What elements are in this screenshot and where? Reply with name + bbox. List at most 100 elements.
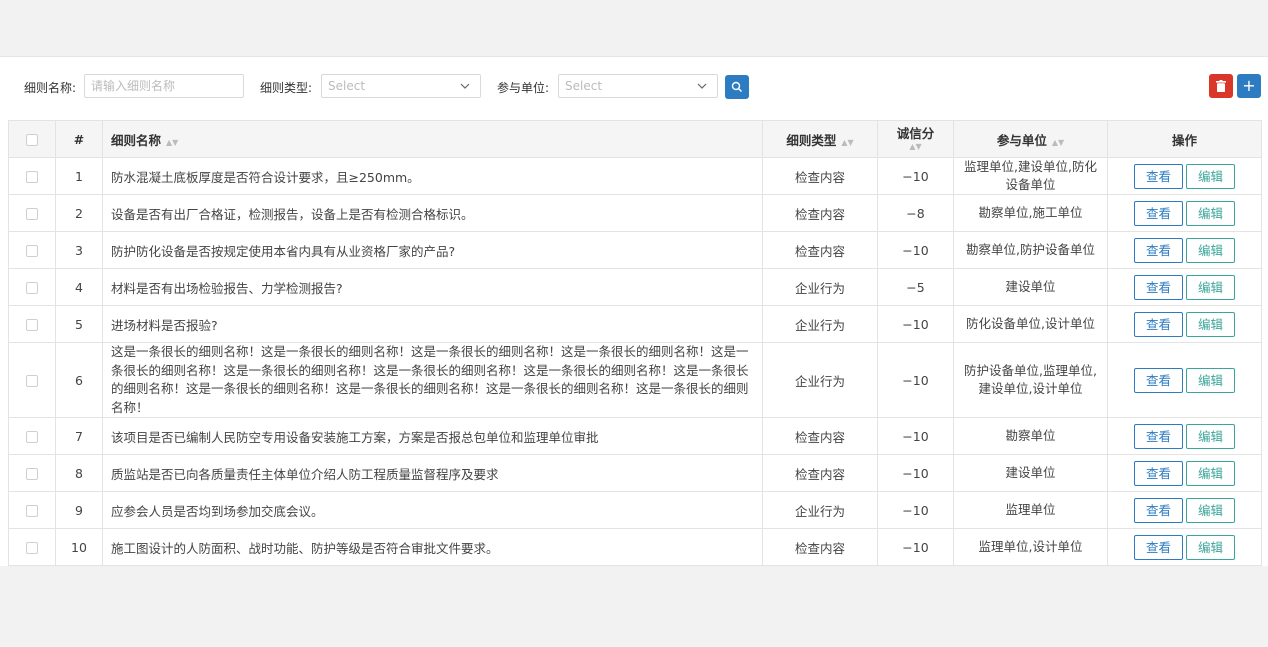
view-button[interactable]: 查看: [1134, 367, 1183, 393]
row-score: −8: [877, 194, 954, 232]
row-checkbox[interactable]: [26, 208, 38, 220]
plus-icon: +: [1242, 76, 1256, 95]
row-name: 材料是否有出场检验报告、力学检测报告?: [102, 268, 763, 306]
table-row: 5 进场材料是否报验? 企业行为 −10 防化设备单位,设计单位 查看 编辑: [8, 305, 1262, 343]
add-button[interactable]: +: [1237, 74, 1261, 98]
row-index: 1: [55, 157, 103, 195]
row-units: 勘察单位: [953, 417, 1108, 455]
search-button[interactable]: [725, 75, 749, 99]
trash-icon: [1216, 80, 1226, 92]
row-type: 检查内容: [762, 454, 878, 492]
row-type: 企业行为: [762, 268, 878, 306]
row-score: −10: [877, 342, 954, 418]
table-row: 10 施工图设计的人防面积、战时功能、防护等级是否符合审批文件要求。 检查内容 …: [8, 528, 1262, 566]
row-type: 检查内容: [762, 157, 878, 195]
row-checkbox[interactable]: [26, 319, 38, 331]
row-index: 7: [55, 417, 103, 455]
edit-button[interactable]: 编辑: [1186, 367, 1235, 393]
sort-icon[interactable]: ▲▼: [884, 142, 947, 152]
edit-button[interactable]: 编辑: [1186, 237, 1235, 263]
row-checkbox[interactable]: [26, 282, 38, 294]
search-icon: [731, 81, 743, 93]
row-units: 建设单位: [953, 268, 1108, 306]
edit-button[interactable]: 编辑: [1186, 200, 1235, 226]
sort-icon[interactable]: ▲▼: [1052, 138, 1064, 147]
row-type: 检查内容: [762, 528, 878, 566]
row-checkbox[interactable]: [26, 542, 38, 554]
row-units: 防护设备单位,监理单位,建设单位,设计单位: [953, 342, 1108, 418]
list-panel: 细则名称: 细则类型: Select 参与单位: Select +: [0, 56, 1268, 566]
type-filter-select[interactable]: Select: [321, 74, 481, 98]
row-type: 检查内容: [762, 231, 878, 269]
table-row: 8 质监站是否已向各质量责任主体单位介绍人防工程质量监督程序及要求 检查内容 −…: [8, 454, 1262, 492]
row-score: −10: [877, 305, 954, 343]
type-filter-placeholder: Select: [328, 79, 366, 93]
row-units: 监理单位,设计单位: [953, 528, 1108, 566]
filter-bar: 细则名称: 细则类型: Select 参与单位: Select +: [0, 57, 1268, 117]
row-score: −10: [877, 454, 954, 492]
view-button[interactable]: 查看: [1134, 163, 1183, 189]
row-name: 防护防化设备是否按规定使用本省内具有从业资格厂家的产品?: [102, 231, 763, 269]
row-score: −10: [877, 417, 954, 455]
unit-filter-label: 参与单位:: [497, 81, 550, 95]
view-button[interactable]: 查看: [1134, 274, 1183, 300]
row-checkbox[interactable]: [26, 468, 38, 480]
row-index: 2: [55, 194, 103, 232]
name-header[interactable]: 细则名称 ▲▼: [102, 120, 763, 158]
row-index: 9: [55, 491, 103, 529]
row-checkbox[interactable]: [26, 431, 38, 443]
index-header-label: #: [73, 131, 85, 147]
row-checkbox[interactable]: [26, 375, 38, 387]
sort-icon[interactable]: ▲▼: [841, 138, 853, 147]
name-filter-input[interactable]: [84, 74, 244, 98]
edit-button[interactable]: 编辑: [1186, 163, 1235, 189]
row-name: 防水混凝土底板厚度是否符合设计要求，且≥250mm。: [102, 157, 763, 195]
edit-button[interactable]: 编辑: [1186, 423, 1235, 449]
view-button[interactable]: 查看: [1134, 200, 1183, 226]
edit-button[interactable]: 编辑: [1186, 274, 1235, 300]
row-score: −10: [877, 231, 954, 269]
view-button[interactable]: 查看: [1134, 497, 1183, 523]
row-name: 这是一条很长的细则名称！这是一条很长的细则名称！这是一条很长的细则名称！这是一条…: [102, 342, 763, 418]
sort-icon[interactable]: ▲▼: [166, 138, 178, 147]
row-checkbox[interactable]: [26, 245, 38, 257]
view-button[interactable]: 查看: [1134, 423, 1183, 449]
unit-filter-select[interactable]: Select: [558, 74, 718, 98]
type-header[interactable]: 细则类型 ▲▼: [762, 120, 878, 158]
table-row: 2 设备是否有出厂合格证，检测报告，设备上是否有检测合格标识。 检查内容 −8 …: [8, 194, 1262, 232]
row-name: 质监站是否已向各质量责任主体单位介绍人防工程质量监督程序及要求: [102, 454, 763, 492]
table-row: 3 防护防化设备是否按规定使用本省内具有从业资格厂家的产品? 检查内容 −10 …: [8, 231, 1262, 269]
row-name: 施工图设计的人防面积、战时功能、防护等级是否符合审批文件要求。: [102, 528, 763, 566]
view-button[interactable]: 查看: [1134, 534, 1183, 560]
view-button[interactable]: 查看: [1134, 311, 1183, 337]
edit-button[interactable]: 编辑: [1186, 497, 1235, 523]
index-header: #: [55, 120, 103, 158]
row-name: 该项目是否已编制人民防空专用设备安装施工方案，方案是否报总包单位和监理单位审批: [102, 417, 763, 455]
row-type: 企业行为: [762, 342, 878, 418]
row-checkbox[interactable]: [26, 171, 38, 183]
type-header-label: 细则类型: [786, 132, 837, 148]
row-units: 勘察单位,施工单位: [953, 194, 1108, 232]
row-checkbox[interactable]: [26, 505, 38, 517]
delete-button[interactable]: [1209, 74, 1233, 98]
table-row: 9 应参会人员是否均到场参加交底会议。 企业行为 −10 监理单位 查看 编辑: [8, 491, 1262, 529]
row-index: 8: [55, 454, 103, 492]
table-header-row: # 细则名称 ▲▼ 细则类型 ▲▼ 诚信分 ▲▼ 参与单位 ▲▼ 操作: [8, 120, 1262, 158]
row-type: 检查内容: [762, 194, 878, 232]
unit-filter-placeholder: Select: [565, 79, 603, 93]
row-index: 10: [55, 528, 103, 566]
select-all-checkbox[interactable]: [26, 134, 38, 146]
view-button[interactable]: 查看: [1134, 237, 1183, 263]
score-header[interactable]: 诚信分 ▲▼: [877, 120, 954, 158]
edit-button[interactable]: 编辑: [1186, 534, 1235, 560]
view-button[interactable]: 查看: [1134, 460, 1183, 486]
edit-button[interactable]: 编辑: [1186, 311, 1235, 337]
row-name: 应参会人员是否均到场参加交底会议。: [102, 491, 763, 529]
units-header[interactable]: 参与单位 ▲▼: [953, 120, 1108, 158]
chevron-down-icon: [460, 83, 470, 89]
row-score: −10: [877, 528, 954, 566]
ops-header: 操作: [1107, 120, 1262, 158]
row-type: 检查内容: [762, 417, 878, 455]
row-type: 企业行为: [762, 305, 878, 343]
edit-button[interactable]: 编辑: [1186, 460, 1235, 486]
